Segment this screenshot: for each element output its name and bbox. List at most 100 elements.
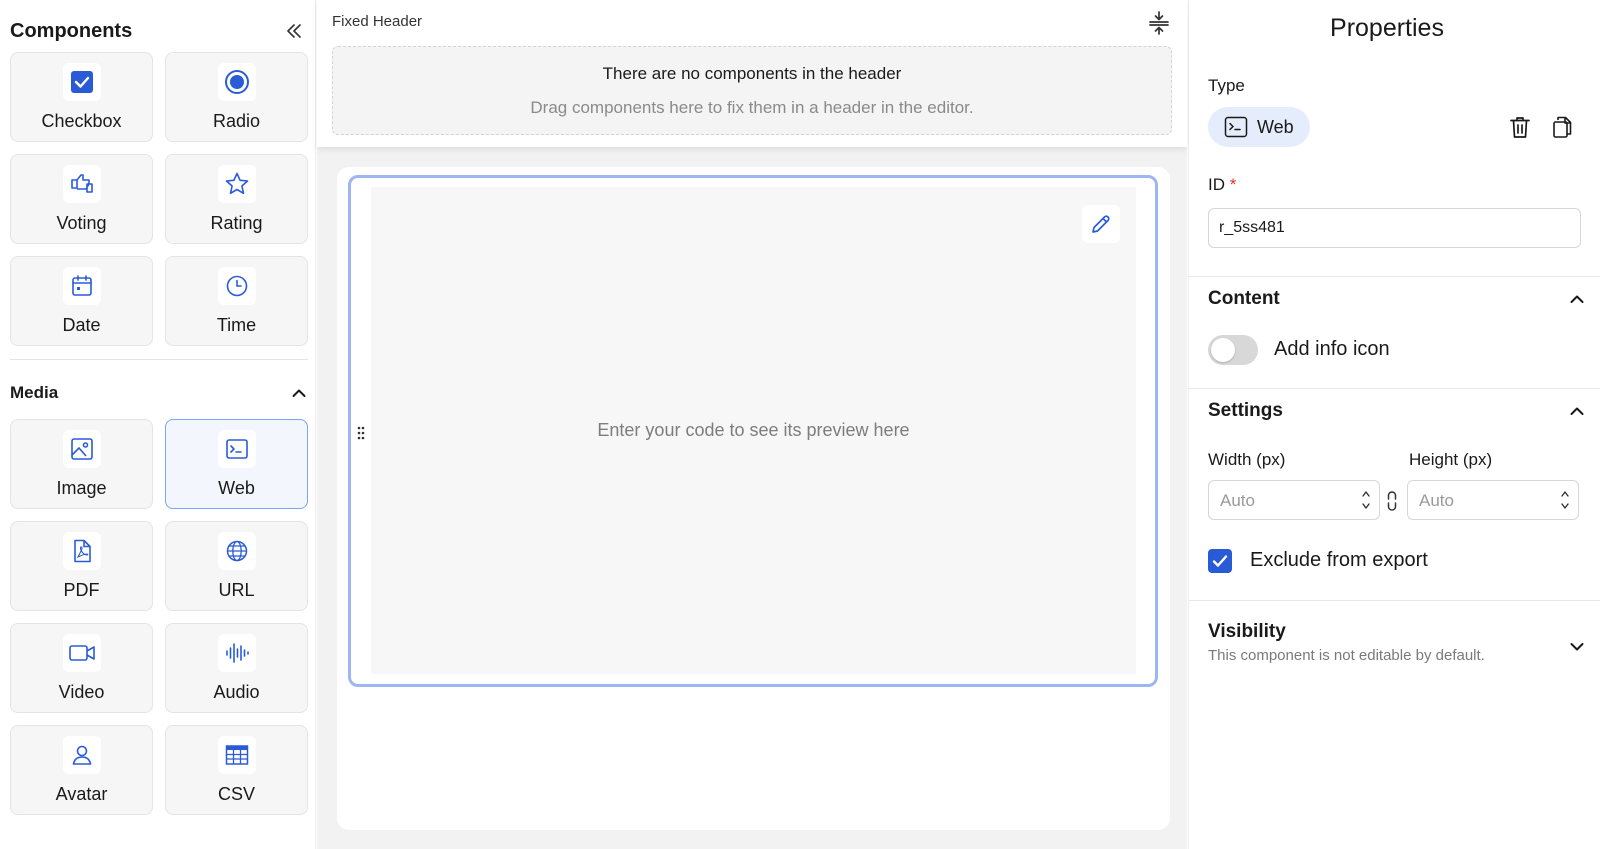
calendar-icon xyxy=(62,267,101,305)
components-sidebar: Components Checkbox Radio Voting Rating … xyxy=(0,0,316,849)
pencil-icon xyxy=(1092,215,1110,233)
component-tile-image[interactable]: Image xyxy=(10,419,153,509)
width-input[interactable]: Auto xyxy=(1208,480,1380,520)
media-section-header[interactable]: Media xyxy=(10,380,306,406)
section-divider xyxy=(1189,600,1600,601)
header-drop-zone[interactable]: There are no components in the header Dr… xyxy=(332,46,1172,135)
media-section-title: Media xyxy=(10,383,59,402)
content-section-header[interactable]: Content xyxy=(1208,288,1584,310)
component-tile-audio[interactable]: Audio xyxy=(165,623,308,713)
clock-icon xyxy=(217,267,256,305)
component-tile-avatar[interactable]: Avatar xyxy=(10,725,153,815)
component-tiles: Checkbox Radio Voting Rating Date Time xyxy=(10,52,308,346)
fixed-header-label: Fixed Header xyxy=(332,13,423,30)
checkbox-icon xyxy=(62,63,101,101)
pdf-icon xyxy=(62,532,101,570)
checkmark-icon xyxy=(1212,555,1228,567)
sidebar-title: Components xyxy=(10,19,133,42)
component-tile-time[interactable]: Time xyxy=(165,256,308,346)
tile-label: Avatar xyxy=(55,784,108,804)
editor-area: Fixed Header There are no components in … xyxy=(317,0,1187,849)
tile-label: PDF xyxy=(63,580,100,600)
component-tile-rating[interactable]: Rating xyxy=(165,154,308,244)
image-icon xyxy=(62,430,101,468)
collapse-header-button[interactable] xyxy=(1147,10,1171,36)
id-input[interactable] xyxy=(1208,208,1581,248)
fixed-header: Fixed Header There are no components in … xyxy=(317,0,1187,147)
app: Components Checkbox Radio Voting Rating … xyxy=(0,0,1600,849)
type-chip[interactable]: Web xyxy=(1208,107,1310,147)
chevron-down-icon xyxy=(1570,643,1584,651)
chevron-up-icon xyxy=(292,389,306,397)
media-tiles: Image Web PDF URL Video Audio Avatar CSV xyxy=(10,419,308,815)
collapse-sidebar-button[interactable] xyxy=(282,19,306,43)
visibility-subtitle: This component is not editable by defaul… xyxy=(1208,647,1485,664)
web-preview-area: Enter your code to see its preview here xyxy=(371,187,1136,674)
add-info-icon-toggle[interactable] xyxy=(1208,335,1258,365)
component-tile-radio[interactable]: Radio xyxy=(165,52,308,142)
edit-code-button[interactable] xyxy=(1082,205,1120,243)
id-label-text: ID xyxy=(1208,175,1225,194)
tile-label: Date xyxy=(62,315,101,335)
chevron-up-icon xyxy=(1570,407,1584,415)
copy-icon xyxy=(1553,116,1572,138)
stepper-arrows-icon[interactable] xyxy=(1361,486,1371,514)
tile-label: Voting xyxy=(56,213,107,233)
tile-label: Audio xyxy=(213,682,260,702)
properties-panel: Properties Type Web ID * Content Add inf… xyxy=(1188,0,1600,849)
table-icon xyxy=(217,736,256,774)
tile-label: CSV xyxy=(217,784,255,804)
component-tile-checkbox[interactable]: Checkbox xyxy=(10,52,153,142)
section-divider xyxy=(1189,276,1600,277)
page-canvas: Enter your code to see its preview here xyxy=(337,167,1170,830)
voting-icon xyxy=(62,165,101,203)
add-info-icon-label: Add info icon xyxy=(1274,338,1390,360)
drag-handle-icon[interactable] xyxy=(356,425,366,441)
tile-label: Rating xyxy=(210,213,263,233)
header-empty-title: There are no components in the header xyxy=(602,64,902,83)
visibility-section-header[interactable]: Visibility xyxy=(1208,612,1584,652)
component-tile-voting[interactable]: Voting xyxy=(10,154,153,244)
toggle-knob xyxy=(1211,338,1235,362)
web-preview-placeholder: Enter your code to see its preview here xyxy=(597,420,910,440)
video-icon xyxy=(62,634,101,672)
link-dimensions-icon[interactable] xyxy=(1386,490,1398,512)
chevron-up-icon xyxy=(1570,295,1584,303)
tile-label: Web xyxy=(218,478,255,498)
web-component-block[interactable]: Enter your code to see its preview here xyxy=(348,175,1158,687)
component-tile-pdf[interactable]: PDF xyxy=(10,521,153,611)
component-tile-video[interactable]: Video xyxy=(10,623,153,713)
tile-label: Video xyxy=(58,682,105,702)
trash-icon xyxy=(1510,117,1530,138)
component-tile-date[interactable]: Date xyxy=(10,256,153,346)
component-tile-url[interactable]: URL xyxy=(165,521,308,611)
exclude-from-export-label: Exclude from export xyxy=(1250,549,1428,571)
delete-button[interactable] xyxy=(1507,114,1533,140)
radio-icon xyxy=(217,63,256,101)
exclude-from-export-checkbox[interactable] xyxy=(1208,549,1232,573)
star-icon xyxy=(217,165,256,203)
terminal-icon xyxy=(217,430,256,468)
height-input[interactable]: Auto xyxy=(1407,480,1579,520)
type-label: Type xyxy=(1208,76,1245,95)
width-value: Auto xyxy=(1220,491,1255,510)
tile-label: Time xyxy=(216,315,257,335)
tile-label: Checkbox xyxy=(41,111,122,131)
settings-section-header[interactable]: Settings xyxy=(1208,400,1584,422)
tile-label: Radio xyxy=(212,111,261,131)
type-chip-label: Web xyxy=(1257,116,1294,137)
sidebar-header: Components xyxy=(10,16,306,46)
properties-title: Properties xyxy=(1330,14,1444,42)
content-section-title: Content xyxy=(1208,288,1280,309)
width-label: Width (px) xyxy=(1208,450,1286,469)
stepper-arrows-icon[interactable] xyxy=(1560,486,1570,514)
component-tile-csv[interactable]: CSV xyxy=(165,725,308,815)
component-tile-web[interactable]: Web xyxy=(165,419,308,509)
duplicate-button[interactable] xyxy=(1549,114,1575,140)
tile-label: Image xyxy=(56,478,107,498)
settings-section-title: Settings xyxy=(1208,400,1283,421)
compress-vertical-icon xyxy=(1149,11,1169,35)
audio-wave-icon xyxy=(217,634,256,672)
height-label: Height (px) xyxy=(1409,450,1493,469)
visibility-section-title: Visibility xyxy=(1208,621,1286,642)
